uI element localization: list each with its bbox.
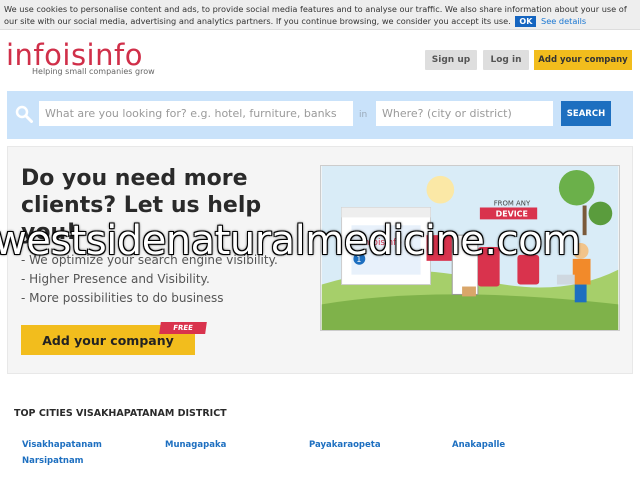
search-button[interactable]: SEARCH [561,101,611,126]
sign-up-button[interactable]: Sign up [425,50,477,70]
from-any-label: FROM ANY [494,200,531,208]
city-link[interactable]: Visakhapatanam [22,440,102,450]
promo-bullet: - Higher Presence and Visibility. [21,272,210,286]
site-header: infoisinfo Helping small companies grow … [0,31,640,85]
city-link[interactable]: Narsipatnam [22,456,84,466]
search-bar: What are you looking for? e.g. hotel, fu… [7,91,633,139]
promo-bullet: - More possibilities to do business [21,291,224,305]
tagline: Helping small companies grow [32,67,155,76]
cookie-banner: We use cookies to personalise content an… [0,0,640,30]
cookie-ok-button[interactable]: OK [515,16,537,27]
cities-title: TOP CITIES VISAKHAPATANAM DISTRICT [14,408,227,419]
in-label: in [359,110,368,120]
where-search-input[interactable]: Where? (city or district) [376,101,553,126]
search-icon [15,105,33,123]
add-company-header-button[interactable]: Add your company [534,50,632,70]
city-link[interactable]: Payakaraopeta [309,440,381,450]
cookie-details-link[interactable]: See details [541,16,586,26]
log-in-button[interactable]: Log in [483,50,529,70]
free-badge: FREE [159,322,207,334]
city-link[interactable]: Anakapalle [452,440,505,450]
what-search-input[interactable]: What are you looking for? e.g. hotel, fu… [39,101,353,126]
watermark-text: westsidenaturalmedicine.com [0,218,581,264]
city-link[interactable]: Munagapaka [165,440,226,450]
